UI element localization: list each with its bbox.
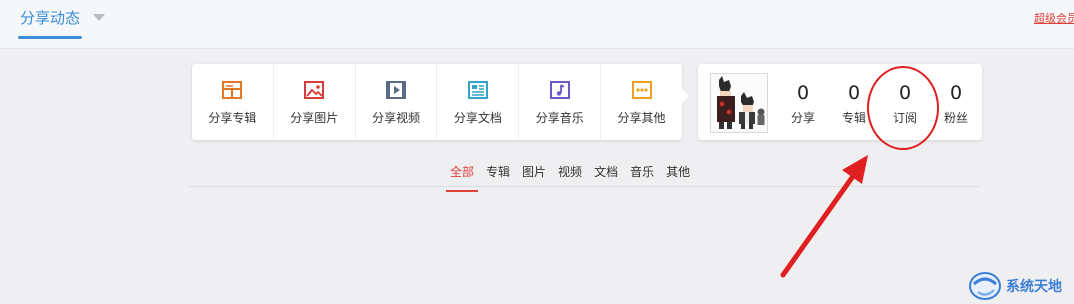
watermark-text: 系统天地 bbox=[1006, 279, 1062, 295]
watermark: 系统天地 bbox=[968, 270, 1062, 302]
annotation-arrow-icon bbox=[780, 155, 868, 278]
watermark-logo-icon bbox=[969, 272, 1001, 300]
